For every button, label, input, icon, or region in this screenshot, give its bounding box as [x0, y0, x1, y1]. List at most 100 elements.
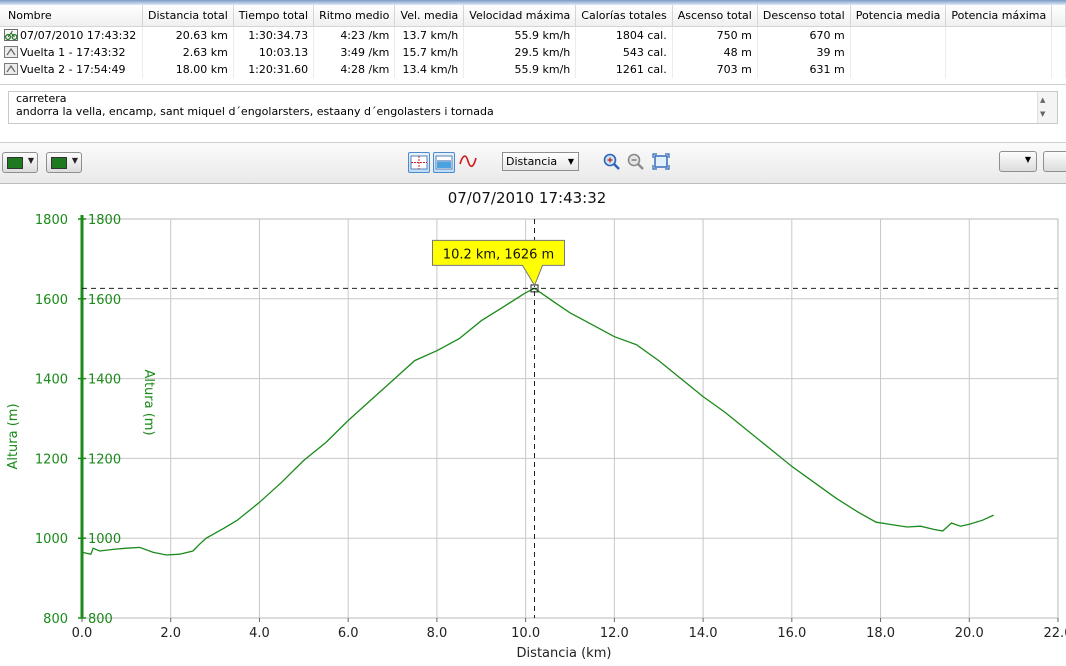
elevation-chart[interactable]: 07/07/2010 17:43:32 0.0 2.0 4.0 6.0 8.0 10.0 1… — [0, 184, 1066, 666]
y-tick-label: 1800 — [35, 213, 68, 228]
plot-area — [81, 218, 1059, 619]
smooth-line-button[interactable] — [458, 152, 480, 173]
elevation-chart-canvas[interactable]: 0.0 2.0 4.0 6.0 8.0 10.0 12.0 14.0 16.0 18.0 20.0 2… — [0, 184, 1066, 666]
lap-cell: 10:03.13 — [233, 44, 315, 61]
chevron-down-icon: ▼ — [27, 156, 34, 165]
y-tick-label: 1400 — [35, 373, 68, 388]
lap-cell: 15.7 km/h — [394, 44, 465, 61]
lap-cell — [945, 44, 1053, 61]
lap-cell — [945, 61, 1053, 78]
lap-cell: 703 m — [672, 61, 758, 78]
chart-extra-button[interactable] — [1043, 151, 1066, 172]
x-tick-label: 22.0 — [1044, 626, 1066, 641]
y-axis-label-right: Altura (m) — [141, 369, 156, 435]
column-header-velocidad-maxima[interactable]: Velocidad máxima — [463, 5, 577, 27]
lap-cell — [850, 44, 947, 61]
y-tick-label-inner: 1400 — [88, 373, 121, 388]
chevron-down-icon: ▼ — [71, 156, 78, 165]
column-header-descenso-total[interactable]: Descenso total — [757, 5, 851, 27]
y-tick-label-inner: 1800 — [88, 213, 121, 228]
zoom-in-button[interactable] — [602, 152, 624, 173]
crosshair-toggle-button[interactable] — [408, 152, 430, 173]
color-swatch — [7, 157, 23, 169]
lap-cell: 13.7 km/h — [394, 26, 465, 44]
x-tick-label: 10.0 — [511, 626, 540, 641]
x-tick-label: 8.0 — [427, 626, 448, 641]
chart-options-button[interactable]: ▼ — [999, 151, 1037, 172]
y-tick-label-inner: 1600 — [88, 293, 121, 308]
x-tick-label: 18.0 — [866, 626, 895, 641]
lap-cell: 2.63 km — [142, 44, 234, 61]
zoom-out-button[interactable] — [626, 152, 648, 173]
y-tick-label-inner: 800 — [88, 612, 113, 627]
chevron-down-icon: ▼ — [567, 157, 574, 166]
column-header-ritmo-medio[interactable]: Ritmo medio — [313, 5, 396, 27]
bicycle-icon — [4, 29, 18, 41]
fit-extent-icon — [652, 153, 670, 170]
laps-table: Nombre Distancia total Tiempo total Ritm… — [0, 0, 1066, 85]
lap-cell — [850, 61, 947, 78]
lap-cell: 4:23 /km — [313, 26, 396, 44]
lap-icon — [4, 63, 18, 75]
scroll-up-icon[interactable]: ▲ — [1040, 94, 1045, 107]
y-tick-label: 1200 — [35, 452, 68, 467]
lap-cell: 55.9 km/h — [463, 26, 577, 44]
column-header-distancia-total[interactable]: Distancia total — [142, 5, 234, 27]
lap-cell: 631 m — [757, 61, 851, 78]
column-header-tiempo-total[interactable]: Tiempo total — [233, 5, 315, 27]
y-tick-label: 1000 — [35, 532, 68, 547]
column-header-calorias-totales[interactable]: Calorías totales — [575, 5, 673, 27]
zoom-fit-button[interactable] — [651, 152, 673, 173]
x-tick-label: 6.0 — [338, 626, 359, 641]
x-tick-label: 14.0 — [689, 626, 718, 641]
lap-cell: 29.5 km/h — [463, 44, 577, 61]
notes-scrollbar[interactable]: ▲ ▼ — [1037, 92, 1057, 123]
notes-box[interactable]: carretera andorra la vella, encamp, sant… — [8, 91, 1058, 124]
lap-cell: 39 m — [757, 44, 851, 61]
column-header-potencia-media[interactable]: Potencia media — [850, 5, 947, 27]
color-swatch — [51, 157, 67, 169]
column-header-nombre[interactable]: Nombre — [0, 5, 144, 27]
laps-row[interactable]: 07/07/2010 17:43:32 20.63 km 1:30:34.73 4:2… — [0, 26, 1066, 44]
lap-name: Vuelta 1 - 17:43:32 — [20, 46, 126, 59]
x-tick-label: 0.0 — [72, 626, 93, 641]
zoom-in-icon — [603, 153, 620, 170]
lap-name: 07/07/2010 17:43:32 — [20, 29, 137, 42]
fill-color-button[interactable]: ▼ — [46, 152, 82, 173]
lap-cell: 55.9 km/h — [463, 61, 577, 78]
x-axis-select[interactable]: Distancia ▼ — [502, 152, 579, 171]
lap-name: Vuelta 2 - 17:54:49 — [20, 63, 126, 76]
line-color-button[interactable]: ▼ — [2, 152, 38, 173]
laps-row[interactable]: Vuelta 2 - 17:54:49 18.00 km 1:20:31.60 4:2… — [0, 61, 1066, 78]
lap-cell: 750 m — [672, 26, 758, 44]
zoom-out-icon — [627, 153, 644, 170]
laps-grid: Nombre Distancia total Tiempo total Ritm… — [0, 5, 1066, 78]
column-header-ascenso-total[interactable]: Ascenso total — [672, 5, 758, 27]
lap-name-cell: 07/07/2010 17:43:32 — [0, 26, 144, 44]
x-tick-label: 2.0 — [160, 626, 181, 641]
lap-cell: 1261 cal. — [575, 61, 673, 78]
x-tick-label: 12.0 — [600, 626, 629, 641]
x-axis-select-value: Distancia — [506, 155, 558, 168]
y-tick-label-inner: 1000 — [88, 532, 121, 547]
fill-area-toggle-button[interactable] — [433, 152, 455, 173]
scroll-down-icon[interactable]: ▼ — [1040, 108, 1045, 121]
cursor-tooltip-text: 10.2 km, 1626 m — [443, 247, 554, 262]
laps-row[interactable]: Vuelta 1 - 17:43:32 2.63 km 10:03.13 3:49 /… — [0, 44, 1066, 61]
y-tick-label: 800 — [43, 612, 68, 627]
column-header-vel-media[interactable]: Vel. media — [394, 5, 465, 27]
lap-cell: 1:30:34.73 — [233, 26, 315, 44]
lap-name-cell: Vuelta 1 - 17:43:32 — [0, 44, 144, 61]
y-tick-label-inner: 1200 — [88, 452, 121, 467]
lap-cell: 3:49 /km — [313, 44, 396, 61]
crosshair-icon — [410, 155, 428, 170]
lap-name-cell: Vuelta 2 - 17:54:49 — [0, 61, 144, 78]
lap-cell: 543 cal. — [575, 44, 673, 61]
chevron-down-icon: ▼ — [1024, 155, 1031, 164]
column-header-potencia-maxima[interactable]: Potencia máxima — [945, 5, 1053, 27]
lap-icon — [4, 46, 18, 58]
splitter[interactable] — [0, 128, 1066, 143]
lap-cell: 20.63 km — [142, 26, 234, 44]
lap-filler-cell — [1051, 61, 1066, 78]
x-axis-label: Distancia (km) — [517, 646, 612, 661]
